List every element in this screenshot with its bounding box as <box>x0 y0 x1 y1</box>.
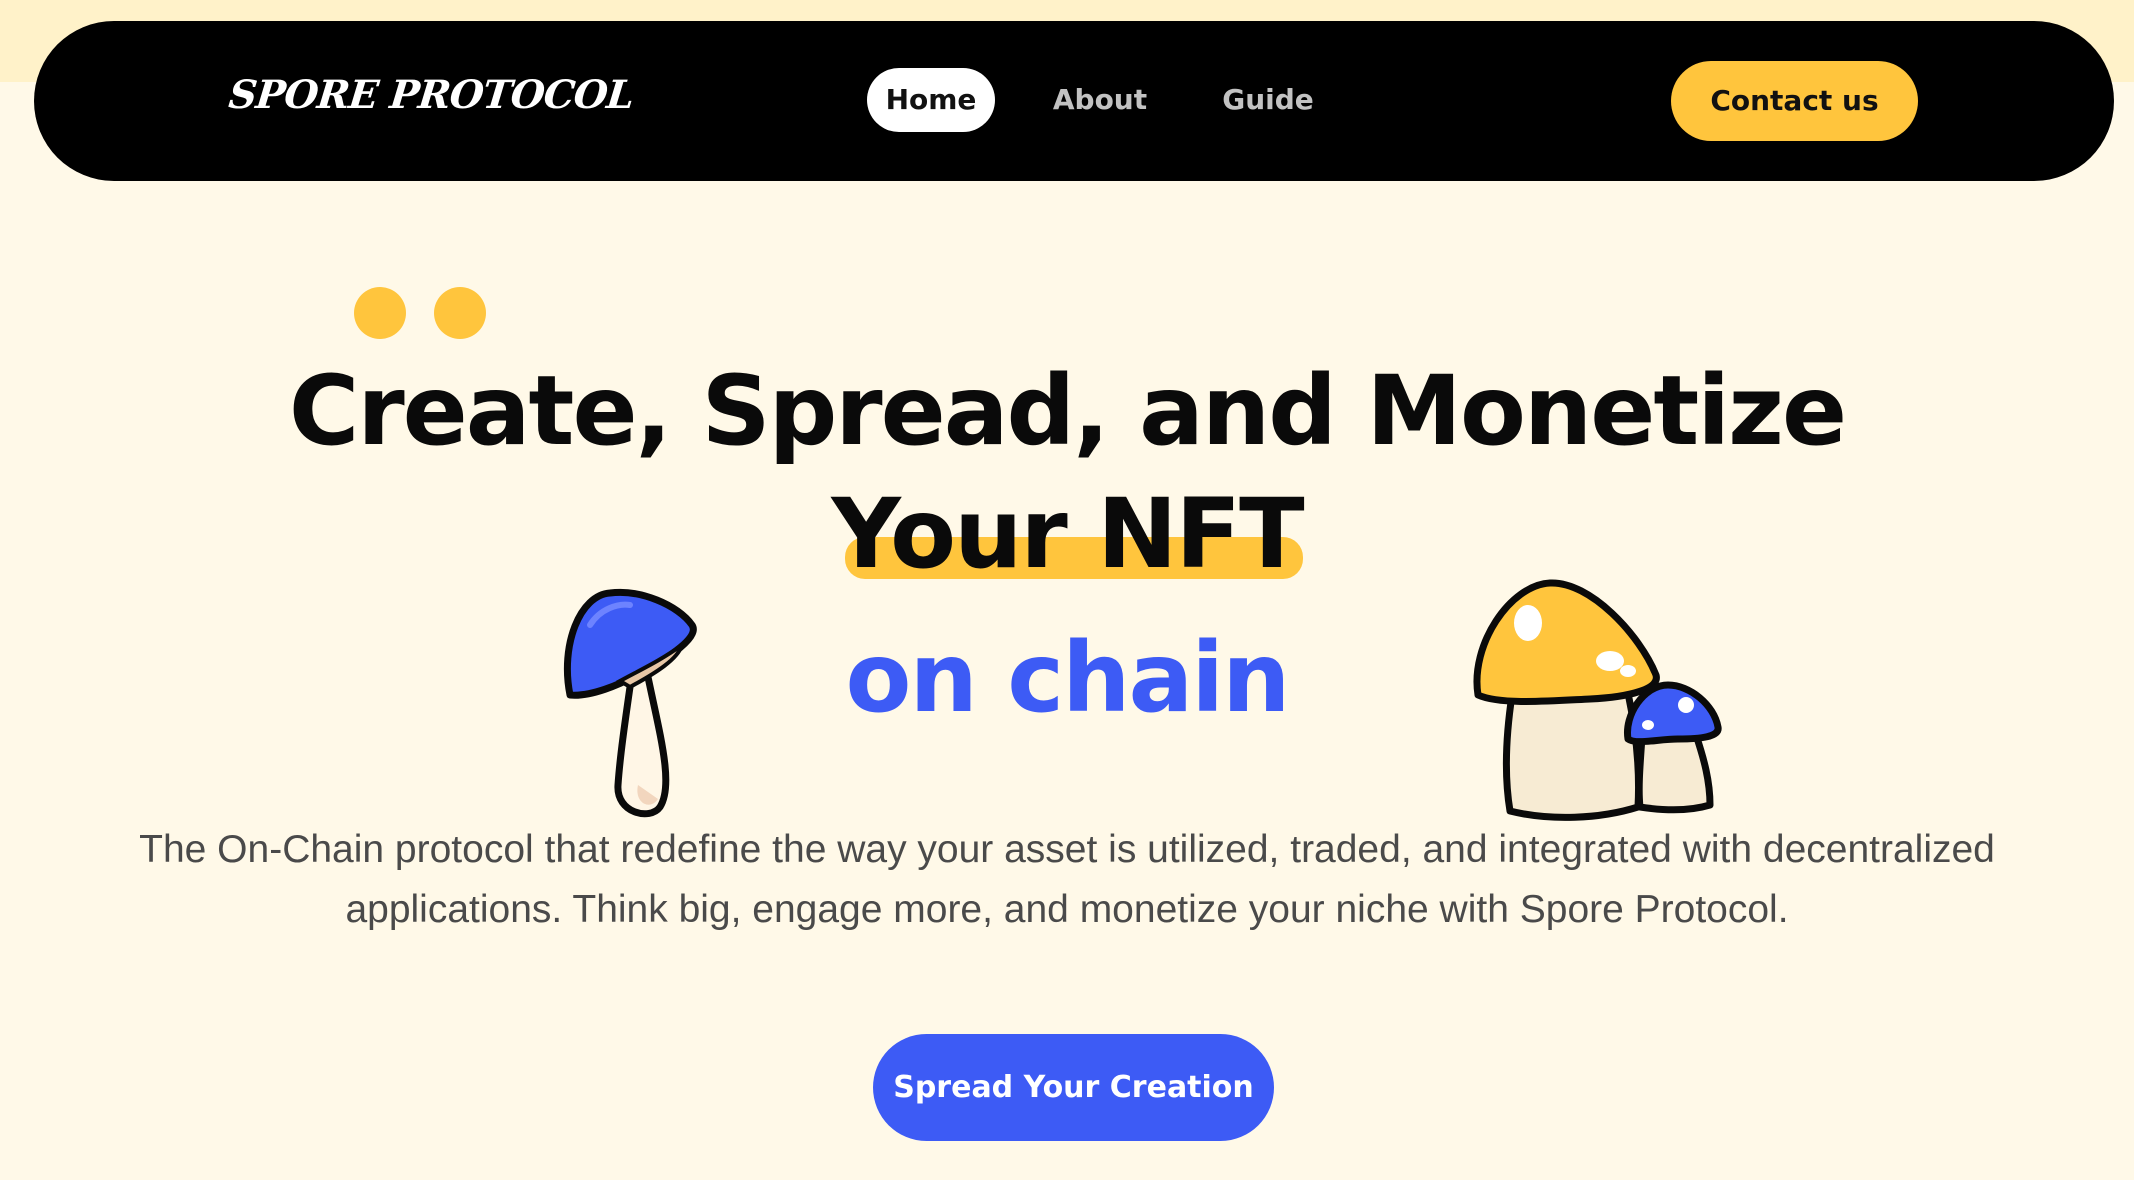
spread-your-creation-button[interactable]: Spread Your Creation <box>873 1034 1274 1141</box>
hero-headline-line2: Your NFT <box>831 478 1304 590</box>
nav-item-guide[interactable]: Guide <box>1208 68 1328 132</box>
yellow-blue-mushrooms-icon <box>1473 579 1722 821</box>
decorative-dot-2 <box>434 287 486 339</box>
nav-item-about[interactable]: About <box>1040 68 1160 132</box>
blue-mushroom-icon <box>563 588 697 818</box>
decorative-dot-1 <box>354 287 406 339</box>
hero-headline-line3: on chain <box>845 622 1291 734</box>
contact-us-button[interactable]: Contact us <box>1671 61 1918 141</box>
hero-subtitle: The On-Chain protocol that redefine the … <box>139 828 1995 931</box>
hero-headline-line1: Create, Spread, and Monetize <box>288 355 1847 467</box>
logo[interactable]: SPORE PROTOCOL <box>227 72 636 118</box>
nav-item-home[interactable]: Home <box>867 68 995 132</box>
